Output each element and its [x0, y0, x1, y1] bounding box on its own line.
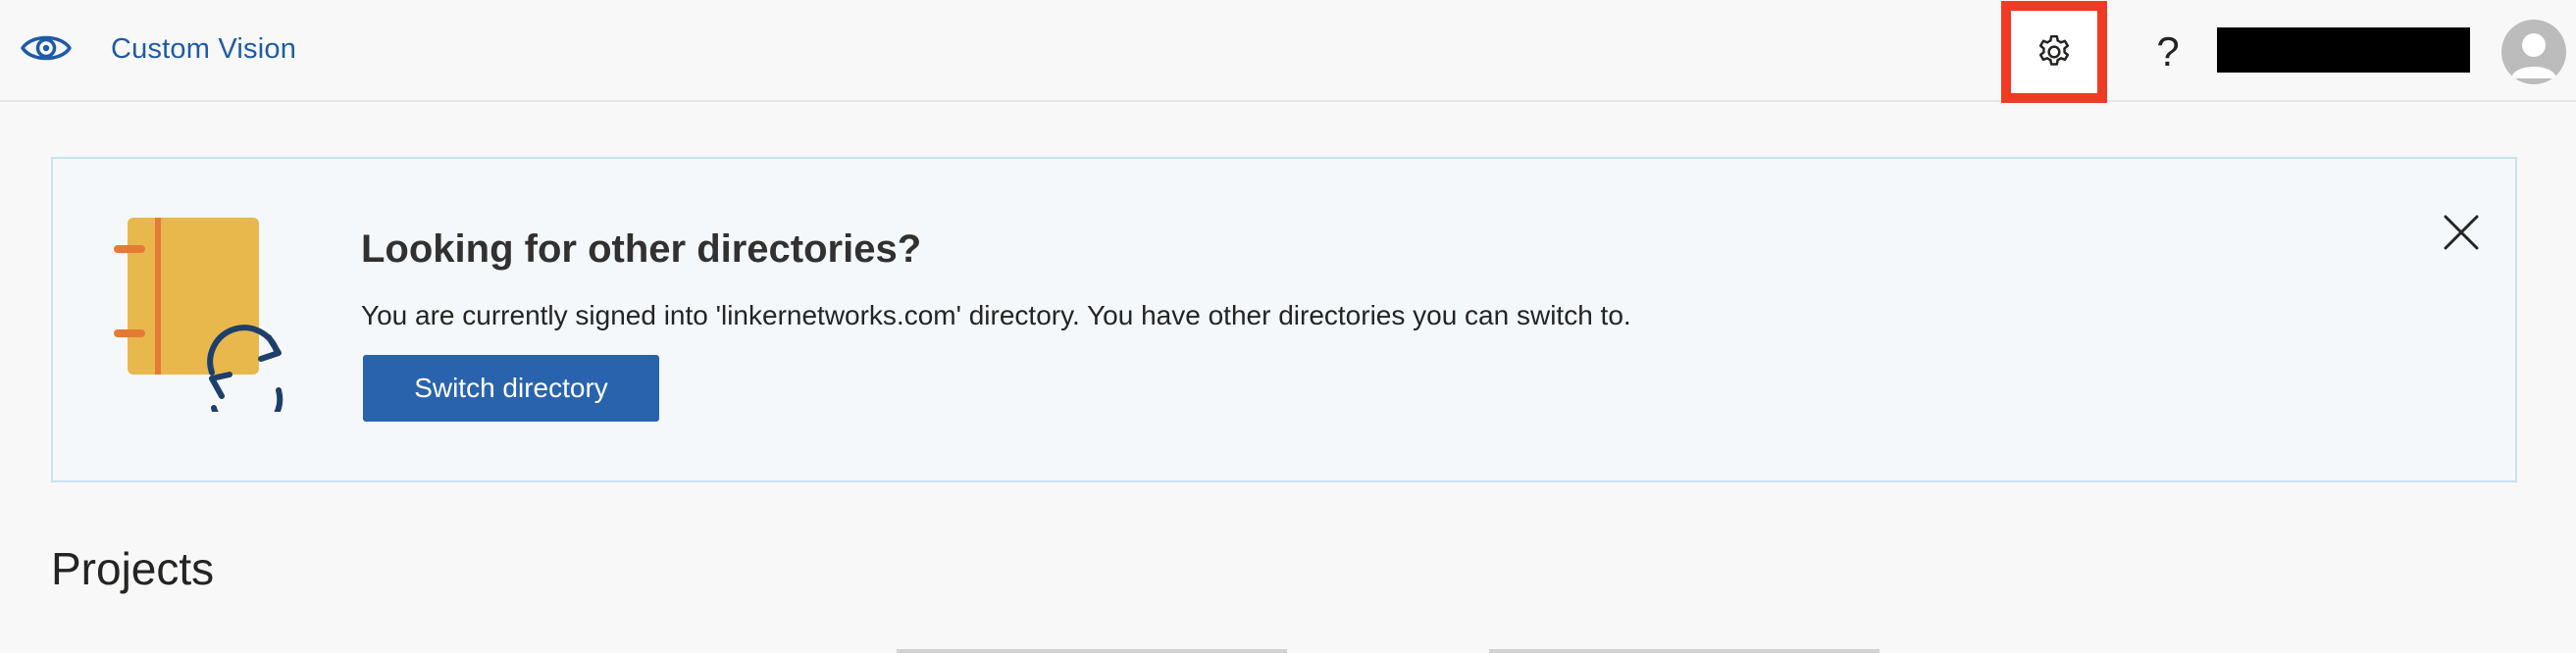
banner-description: You are currently signed into 'linkernet…	[361, 300, 1631, 330]
eye-icon[interactable]	[20, 22, 73, 75]
settings-button[interactable]	[2001, 1, 2107, 103]
project-card[interactable]	[897, 649, 1287, 653]
gear-icon	[2038, 34, 2070, 66]
close-icon	[2444, 215, 2479, 250]
help-button[interactable]: ?	[2137, 22, 2199, 82]
account-name-redacted[interactable]	[2217, 27, 2470, 73]
close-banner-button[interactable]	[2437, 208, 2486, 257]
user-icon	[2511, 33, 2556, 78]
switch-directory-banner: Looking for other directories? You are c…	[51, 157, 2517, 482]
banner-title: Looking for other directories?	[361, 227, 922, 271]
avatar[interactable]	[2501, 20, 2566, 84]
notebook-sync-icon	[112, 216, 308, 436]
switch-directory-button[interactable]: Switch directory	[363, 355, 659, 422]
project-card[interactable]	[1489, 649, 1880, 653]
app-title[interactable]: Custom Vision	[111, 29, 296, 69]
top-bar: Custom Vision ?	[0, 0, 2576, 103]
projects-heading: Projects	[51, 543, 215, 594]
